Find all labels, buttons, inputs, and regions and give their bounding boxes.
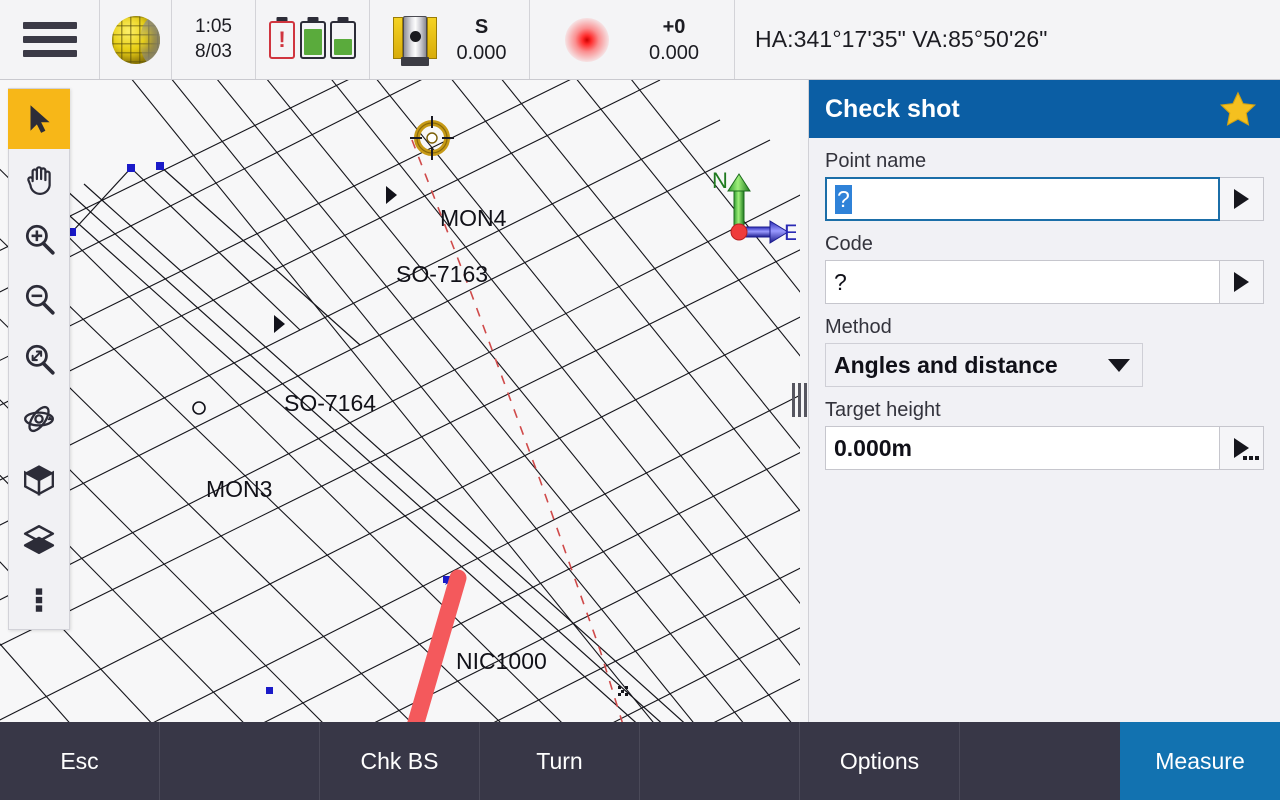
battery-indicator[interactable]: ! bbox=[256, 0, 370, 79]
point-name-label: Point name bbox=[825, 150, 927, 172]
code-value: ? bbox=[834, 268, 847, 295]
vertical-ellipsis-icon bbox=[35, 588, 43, 612]
svg-text:N: N bbox=[712, 168, 728, 193]
code-field: Code ? bbox=[809, 233, 1280, 304]
layers-tool-button[interactable] bbox=[8, 509, 70, 569]
view-3d-tool-button[interactable] bbox=[8, 449, 70, 509]
esc-button[interactable]: Esc bbox=[0, 722, 160, 800]
orbit-tool-button[interactable] bbox=[8, 389, 70, 449]
instrument-value: 0.000 bbox=[456, 41, 507, 64]
globe-icon bbox=[111, 15, 160, 64]
instrument-mode: S bbox=[474, 15, 489, 38]
clock-time: 1:05 bbox=[195, 16, 232, 38]
softkey-bar: Esc Chk BS Turn Options Measure bbox=[0, 722, 1280, 800]
map-label-mon4[interactable]: MON4 bbox=[440, 205, 506, 232]
map-label-so-7163[interactable]: SO-7163 bbox=[396, 261, 488, 288]
compass-widget: N E bbox=[712, 168, 796, 245]
code-list-button[interactable] bbox=[1220, 260, 1264, 304]
zoom-extents-tool-button[interactable] bbox=[8, 329, 70, 389]
measure-button[interactable]: Measure bbox=[1120, 722, 1280, 800]
instrument-status[interactable]: S 0.000 bbox=[370, 0, 530, 79]
map-view[interactable]: MON4 SO-7163 SO-7164 MON3 NIC1000 GIN105… bbox=[0, 80, 800, 722]
code-label: Code bbox=[825, 233, 873, 255]
layers-icon bbox=[23, 524, 55, 555]
map-point-symbols bbox=[192, 116, 628, 696]
star-icon[interactable] bbox=[1218, 90, 1258, 128]
method-field: Method Angles and distance bbox=[809, 316, 1280, 387]
laser-pointer-icon bbox=[564, 17, 609, 62]
turn-button[interactable]: Turn bbox=[480, 722, 640, 800]
code-input[interactable]: ? bbox=[825, 260, 1220, 304]
cursor-arrow-icon bbox=[30, 105, 50, 133]
more-tools-button[interactable] bbox=[8, 569, 70, 629]
battery-internal: ! bbox=[269, 20, 295, 59]
globe-status-button[interactable] bbox=[100, 0, 172, 79]
battery-internal-level bbox=[300, 20, 326, 59]
clock-date: 8/03 bbox=[195, 40, 232, 62]
zoom-out-icon bbox=[25, 284, 55, 315]
point-name-field: Point name ? bbox=[809, 150, 1280, 221]
target-height-value: 0.000m bbox=[834, 434, 913, 461]
point-name-value: ? bbox=[835, 184, 852, 214]
map-label-mon3[interactable]: MON3 bbox=[206, 476, 272, 503]
hand-icon bbox=[27, 166, 51, 195]
datetime-indicator[interactable]: 1:05 8/03 bbox=[172, 0, 256, 79]
battery-icon bbox=[330, 20, 356, 59]
method-label: Method bbox=[825, 316, 892, 338]
battery-icon bbox=[300, 20, 326, 59]
point-name-list-button[interactable] bbox=[1220, 177, 1264, 221]
cube-icon bbox=[24, 465, 54, 496]
map-tools-toolbar[interactable] bbox=[8, 88, 70, 630]
method-value: Angles and distance bbox=[834, 351, 1058, 378]
zoom-extents-icon bbox=[25, 344, 55, 375]
list-arrow-icon bbox=[1234, 189, 1249, 209]
zoom-in-icon bbox=[25, 224, 55, 255]
zoom-in-tool-button[interactable] bbox=[8, 209, 70, 269]
target-status[interactable]: +0 0.000 bbox=[530, 0, 735, 79]
svg-text:E: E bbox=[784, 220, 796, 245]
softkey-2[interactable] bbox=[160, 722, 320, 800]
options-button[interactable]: Options bbox=[800, 722, 960, 800]
battery-warning-icon: ! bbox=[269, 20, 295, 59]
target-value: 0.000 bbox=[648, 41, 700, 64]
page-title: Check shot bbox=[825, 94, 960, 123]
map-label-so-7164[interactable]: SO-7164 bbox=[284, 390, 376, 417]
angle-readout: HA:341°17'35" VA:85°50'26" bbox=[735, 0, 1280, 79]
hamburger-menu-button[interactable] bbox=[0, 0, 100, 79]
total-station-icon bbox=[392, 14, 438, 66]
target-mode: +0 bbox=[662, 15, 686, 38]
method-select[interactable]: Angles and distance bbox=[825, 343, 1143, 387]
select-tool-button[interactable] bbox=[8, 89, 70, 149]
list-arrow-icon bbox=[1234, 272, 1249, 292]
target-height-options-button[interactable] bbox=[1220, 426, 1264, 470]
map-label-nic1000[interactable]: NIC1000 bbox=[456, 648, 547, 675]
ellipsis-icon bbox=[1243, 456, 1259, 460]
point-name-input[interactable]: ? bbox=[825, 177, 1220, 221]
battery-external bbox=[330, 20, 356, 59]
target-height-label: Target height bbox=[825, 399, 941, 421]
target-height-input[interactable]: 0.000m bbox=[825, 426, 1220, 470]
hamburger-menu-icon bbox=[22, 22, 77, 57]
orbit-rotate-icon bbox=[24, 405, 54, 433]
zoom-out-tool-button[interactable] bbox=[8, 269, 70, 329]
status-bar: 1:05 8/03 ! S 0.000 +0 0.000 HA:341°17'3… bbox=[0, 0, 1280, 80]
panel-header: Check shot bbox=[809, 80, 1280, 138]
list-arrow-more-icon bbox=[1234, 438, 1249, 458]
softkey-5[interactable] bbox=[640, 722, 800, 800]
pan-tool-button[interactable] bbox=[8, 149, 70, 209]
panel-resize-handle[interactable] bbox=[790, 382, 808, 418]
softkey-7[interactable] bbox=[960, 722, 1120, 800]
check-shot-panel: Check shot Point name ? Code ? Method An… bbox=[808, 80, 1280, 722]
chk-bs-button[interactable]: Chk BS bbox=[320, 722, 480, 800]
angle-readout-text: HA:341°17'35" VA:85°50'26" bbox=[755, 26, 1048, 52]
target-height-field: Target height 0.000m bbox=[809, 399, 1280, 470]
chevron-down-icon bbox=[1108, 358, 1130, 372]
